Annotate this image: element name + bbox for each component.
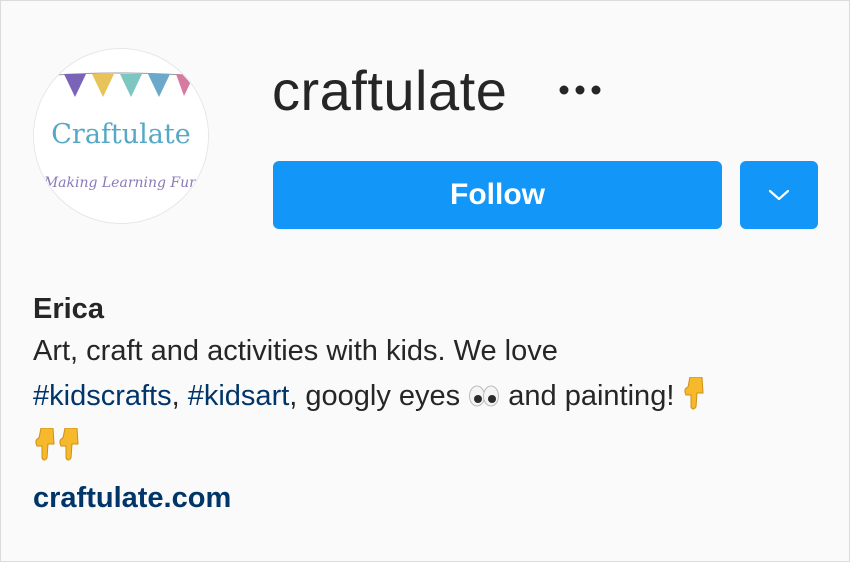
svg-text:Making Learning Fun: Making Learning Fun bbox=[43, 175, 198, 191]
suggested-accounts-dropdown-button[interactable] bbox=[740, 161, 818, 229]
craftulate-logo-icon: Craftulate Making Learning Fun bbox=[34, 49, 208, 223]
profile-header: Craftulate Making Learning Fun craftulat… bbox=[0, 0, 850, 562]
follow-button[interactable]: Follow bbox=[273, 161, 722, 229]
pointing-down-emoji-icon bbox=[57, 427, 81, 476]
more-options-button[interactable] bbox=[557, 73, 611, 107]
bio-text-googly: , googly eyes bbox=[289, 380, 461, 412]
profile-full-name: Erica bbox=[33, 293, 104, 325]
hashtag-kidsart-link[interactable]: #kidsart bbox=[188, 380, 290, 412]
bio-text-painting: and painting! bbox=[500, 380, 675, 412]
eyes-emoji-icon bbox=[468, 376, 500, 421]
svg-text:Craftulate: Craftulate bbox=[51, 119, 190, 150]
bio-separator: , bbox=[171, 380, 188, 412]
profile-bio: Erica Art, craft and activities with kid… bbox=[33, 287, 833, 521]
pointing-down-emoji-icon bbox=[682, 376, 706, 425]
ellipsis-icon bbox=[559, 85, 601, 95]
profile-username: craftulate bbox=[272, 59, 508, 122]
profile-avatar[interactable]: Craftulate Making Learning Fun bbox=[33, 48, 209, 224]
chevron-down-icon bbox=[768, 189, 790, 201]
hashtag-kidscrafts-link[interactable]: #kidscrafts bbox=[33, 380, 172, 412]
pointing-down-emoji-icon bbox=[33, 427, 57, 476]
website-link[interactable]: craftulate.com bbox=[33, 476, 833, 521]
bio-text: Art, craft and activities with kids. We … bbox=[33, 335, 558, 367]
